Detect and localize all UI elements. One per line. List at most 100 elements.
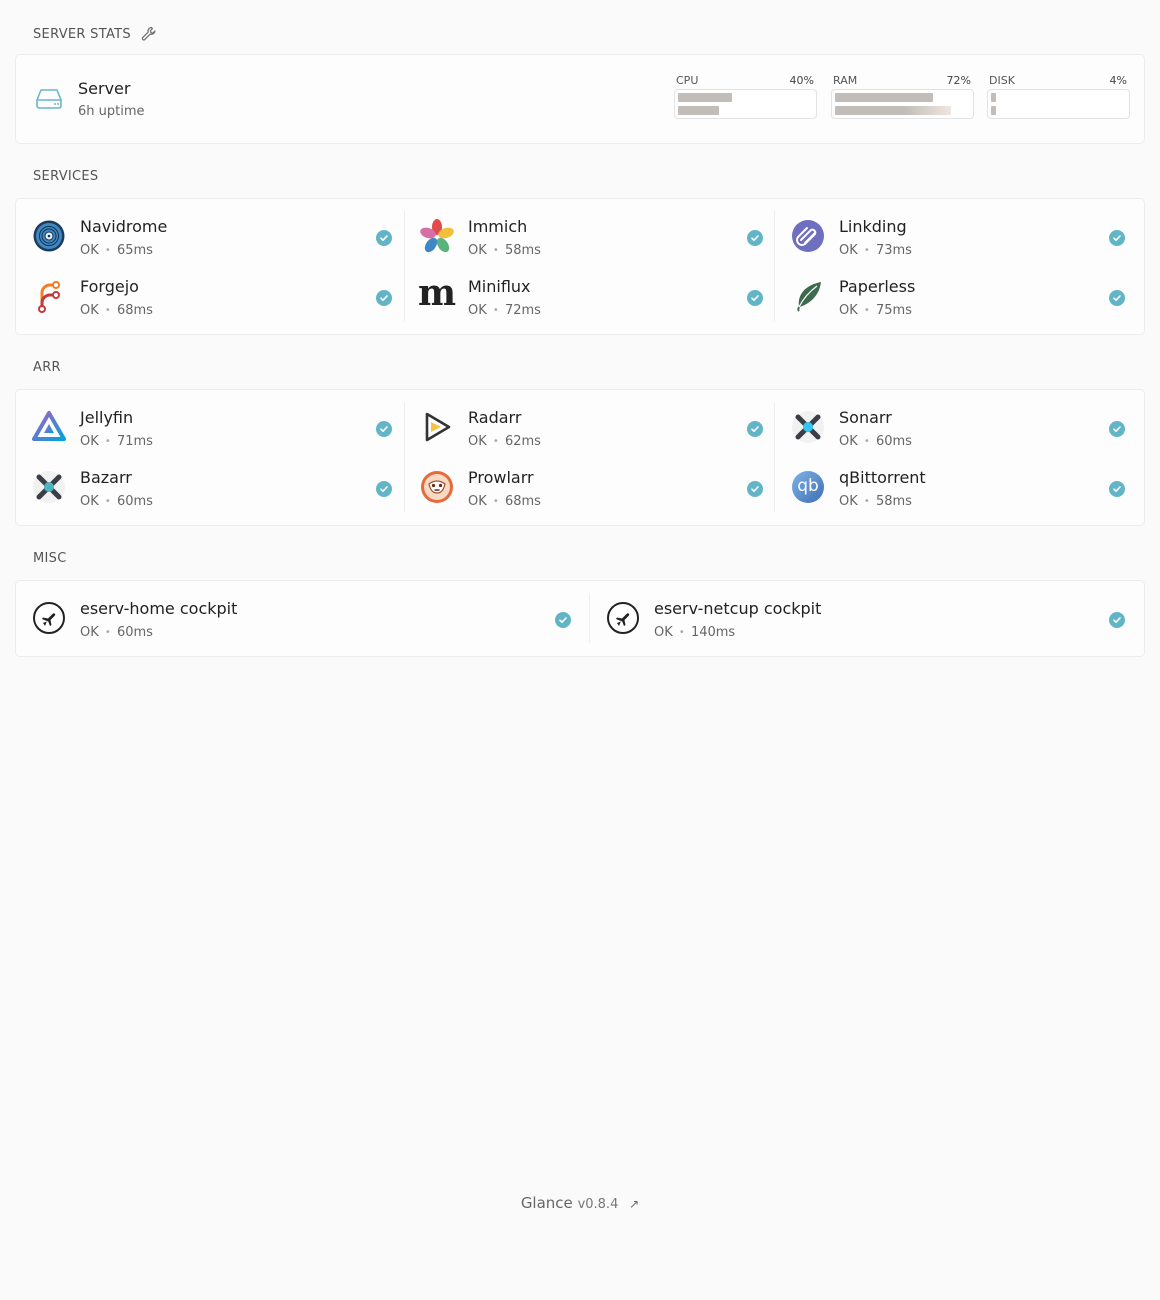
monitor-name: eserv-home cockpit xyxy=(80,599,238,618)
monitor-prowlarr[interactable]: Prowlarr OK • 68ms xyxy=(420,460,763,520)
monitor-status: OK • 68ms xyxy=(468,494,541,509)
monitor-name: Immich xyxy=(468,217,528,236)
misc-card: eserv-home cockpit OK • 60ms eserv-netcu… xyxy=(15,580,1145,657)
monitor-status: OK • 60ms xyxy=(80,625,153,640)
monitor-qbittorrent[interactable]: qb qBittorrent OK • 58ms xyxy=(791,460,1125,520)
monitor-status: OK • 68ms xyxy=(80,303,153,318)
monitor-name: Jellyfin xyxy=(80,408,134,427)
monitor-status: OK • 58ms xyxy=(468,243,541,258)
jellyfin-icon xyxy=(32,410,66,444)
section-title-arr: ARR xyxy=(33,360,61,375)
monitor-name: Bazarr xyxy=(80,468,132,487)
monitor-paperless[interactable]: Paperless OK • 75ms xyxy=(791,269,1125,329)
stat-label: CPU xyxy=(676,74,699,87)
stat-label: RAM xyxy=(833,74,858,87)
external-link-icon[interactable]: ↗ xyxy=(629,1197,639,1211)
section-title-label: SERVER STATS xyxy=(33,26,131,42)
bazarr-icon xyxy=(32,470,66,504)
section-title-server-stats: SERVER STATS xyxy=(33,26,157,42)
check-icon xyxy=(1109,481,1125,497)
monitor-immich[interactable]: Immich OK • 58ms xyxy=(420,209,763,269)
monitor-eserv-home-cockpit[interactable]: eserv-home cockpit OK • 60ms xyxy=(32,591,571,651)
monitor-status: OK • 73ms xyxy=(839,243,912,258)
stat-value: 40% xyxy=(789,74,814,87)
prowlarr-icon xyxy=(420,470,454,504)
forgejo-icon xyxy=(32,279,66,313)
monitor-jellyfin[interactable]: Jellyfin OK • 71ms xyxy=(32,400,392,460)
monitor-name: Prowlarr xyxy=(468,468,534,487)
stat-bar-box xyxy=(674,89,817,119)
section-title-label: ARR xyxy=(33,360,61,375)
check-icon xyxy=(1109,290,1125,306)
monitor-status: OK • 71ms xyxy=(80,434,153,449)
column-divider xyxy=(774,402,775,512)
monitor-name: Navidrome xyxy=(80,217,168,236)
cockpit-icon xyxy=(606,601,640,635)
stat-value: 72% xyxy=(946,74,971,87)
monitor-name: Radarr xyxy=(468,408,522,427)
stat-bar-primary xyxy=(835,93,933,102)
column-divider xyxy=(774,211,775,321)
check-icon xyxy=(376,481,392,497)
arr-card: Jellyfin OK • 71ms Radarr OK • 62ms Sona… xyxy=(15,389,1145,526)
monitor-status: OK • 72ms xyxy=(468,303,541,318)
monitor-name: qBittorrent xyxy=(839,468,926,487)
server-uptime: 6h uptime xyxy=(78,104,145,119)
navidrome-icon xyxy=(32,219,66,253)
column-divider xyxy=(404,211,405,321)
monitor-miniflux[interactable]: m Miniflux OK • 72ms xyxy=(418,269,763,329)
stat-cpu[interactable]: CPU 40% xyxy=(674,74,817,119)
section-title-services: SERVICES xyxy=(33,169,98,184)
footer-version: v0.8.4 xyxy=(577,1197,619,1212)
stat-ram[interactable]: RAM 72% xyxy=(831,74,974,119)
section-title-misc: MISC xyxy=(33,551,67,566)
monitor-status: OK • 60ms xyxy=(80,494,153,509)
monitor-name: Forgejo xyxy=(80,277,139,296)
check-icon xyxy=(747,290,763,306)
column-divider xyxy=(589,593,590,643)
stat-value: 4% xyxy=(1109,74,1127,87)
wrench-icon[interactable] xyxy=(141,26,157,42)
monitor-forgejo[interactable]: Forgejo OK • 68ms xyxy=(32,269,392,329)
check-icon xyxy=(747,230,763,246)
qbittorrent-icon: qb xyxy=(791,470,825,504)
stat-bar-box xyxy=(987,89,1130,119)
monitor-bazarr[interactable]: Bazarr OK • 60ms xyxy=(32,460,392,520)
monitor-navidrome[interactable]: Navidrome OK • 65ms xyxy=(32,209,392,269)
check-icon xyxy=(555,612,571,628)
column-divider xyxy=(404,402,405,512)
monitor-name: Miniflux xyxy=(468,277,531,296)
footer: Glance v0.8.4 ↗ xyxy=(0,1194,1160,1212)
monitor-name: Paperless xyxy=(839,277,916,296)
monitor-status: OK • 75ms xyxy=(839,303,912,318)
check-icon xyxy=(376,421,392,437)
monitor-radarr[interactable]: Radarr OK • 62ms xyxy=(420,400,763,460)
check-icon xyxy=(1109,612,1125,628)
monitor-linkding[interactable]: Linkding OK • 73ms xyxy=(791,209,1125,269)
server-name: Server xyxy=(78,79,131,98)
monitor-status: OK • 62ms xyxy=(468,434,541,449)
sonarr-icon xyxy=(791,410,825,444)
stat-bar-primary xyxy=(678,93,732,102)
monitor-status: OK • 60ms xyxy=(839,434,912,449)
check-icon xyxy=(747,421,763,437)
monitor-eserv-netcup-cockpit[interactable]: eserv-netcup cockpit OK • 140ms xyxy=(606,591,1125,651)
stat-bar-secondary xyxy=(991,106,996,115)
check-icon xyxy=(747,481,763,497)
cockpit-icon xyxy=(32,601,66,635)
section-title-label: SERVICES xyxy=(33,169,99,184)
server-stats-card: Server 6h uptime CPU 40% RAM 72% DISK 4% xyxy=(15,54,1145,144)
stat-bar-secondary xyxy=(678,106,719,115)
stat-bar-primary xyxy=(991,93,996,102)
paperless-icon xyxy=(791,279,825,313)
immich-icon xyxy=(420,219,454,253)
monitor-sonarr[interactable]: Sonarr OK • 60ms xyxy=(791,400,1125,460)
hard-drive-icon xyxy=(35,87,63,115)
monitor-status: OK • 140ms xyxy=(654,625,736,640)
monitor-name: Sonarr xyxy=(839,408,892,427)
check-icon xyxy=(376,230,392,246)
stat-bar-box xyxy=(831,89,974,119)
stat-bar-secondary xyxy=(835,106,951,115)
monitor-name: Linkding xyxy=(839,217,907,236)
stat-disk[interactable]: DISK 4% xyxy=(987,74,1130,119)
